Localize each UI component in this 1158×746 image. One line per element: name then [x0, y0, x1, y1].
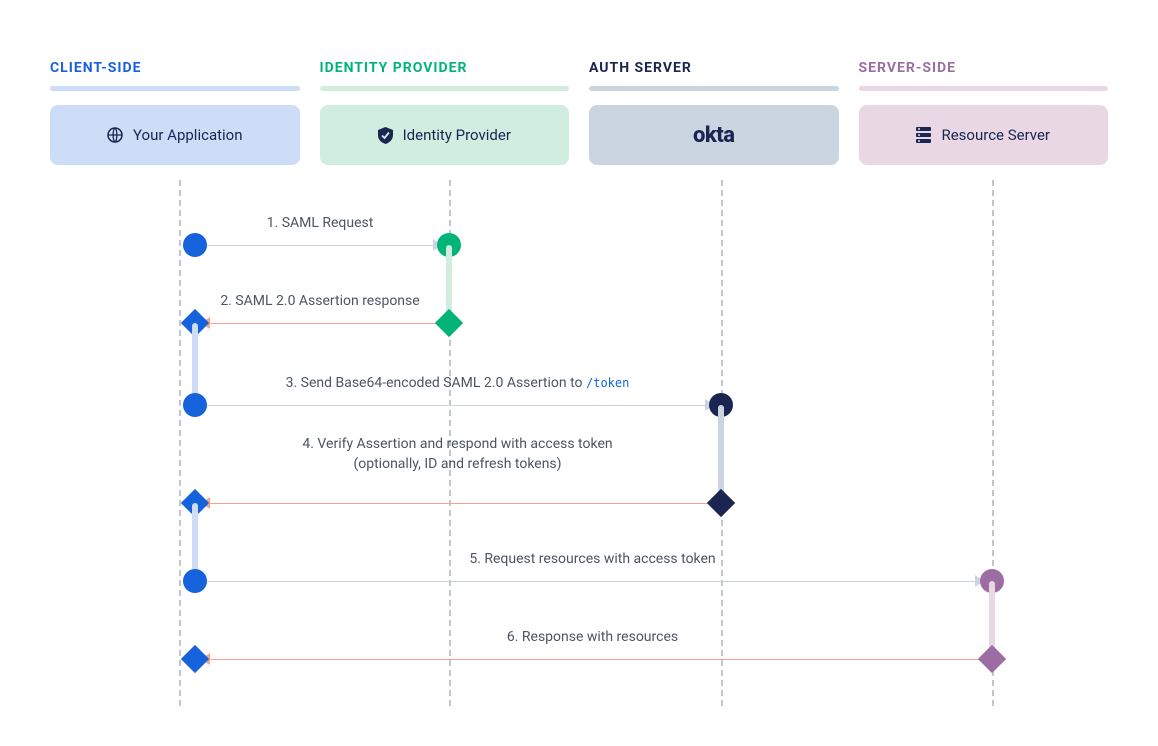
step-3-text: 3. Send Base64-encoded SAML 2.0 Assertio… [286, 375, 586, 391]
step-3-label: 3. Send Base64-encoded SAML 2.0 Assertio… [210, 375, 705, 391]
step-3-arrow [207, 405, 705, 406]
step-4-line1: 4. Verify Assertion and respond with acc… [302, 436, 612, 452]
lane-idp-title: IDENTITY PROVIDER [320, 60, 570, 76]
card-server-label: Resource Server [941, 126, 1050, 144]
step-1-label: 1. SAML Request [195, 215, 445, 231]
step-5-label: 5. Request resources with access token [210, 551, 975, 567]
card-auth: okta [589, 105, 839, 165]
lane-auth-title: AUTH SERVER [589, 60, 839, 76]
lane-client-underline [50, 86, 300, 91]
card-client: Your Application [50, 105, 300, 165]
lane-idp: IDENTITY PROVIDER Identity Provider [320, 60, 570, 165]
step-3-token: /token [586, 376, 629, 390]
card-client-label: Your Application [133, 126, 243, 144]
step-1-start-node [183, 233, 207, 257]
lane-idp-underline [320, 86, 570, 91]
server-icon [916, 127, 931, 143]
step-2-label: 2. SAML 2.0 Assertion response [195, 293, 445, 309]
step-6-start-diamond [978, 645, 1006, 673]
step-6-arrow [210, 659, 980, 660]
card-idp: Identity Provider [320, 105, 570, 165]
step-3-start-node [183, 393, 207, 417]
step-2-arrow [210, 323, 438, 324]
step-5-arrow [207, 581, 975, 582]
step-4-line2: (optionally, ID and refresh tokens) [353, 456, 561, 472]
step-5-start-node [183, 569, 207, 593]
step-4-arrow [210, 503, 708, 504]
lane-auth: AUTH SERVER okta [589, 60, 839, 165]
step-4-label: 4. Verify Assertion and respond with acc… [210, 435, 705, 474]
lane-server-underline [859, 86, 1109, 91]
step-1-arrow [190, 245, 433, 246]
card-idp-label: Identity Provider [403, 126, 511, 144]
step-6-label: 6. Response with resources [210, 629, 975, 645]
lane-server-title: SERVER-SIDE [859, 60, 1109, 76]
lane-client: CLIENT-SIDE Your Application [50, 60, 300, 165]
lane-server: SERVER-SIDE Resource Server [859, 60, 1109, 165]
step-6-end-diamond [181, 645, 209, 673]
okta-logo: okta [693, 123, 735, 148]
globe-icon [107, 127, 123, 143]
shield-check-icon [378, 127, 393, 144]
step-4-start-diamond [707, 489, 735, 517]
lanes-header: CLIENT-SIDE Your Application IDENTITY PR… [50, 60, 1108, 165]
lane-auth-underline [589, 86, 839, 91]
card-server: Resource Server [859, 105, 1109, 165]
lane-client-title: CLIENT-SIDE [50, 60, 300, 76]
lifeline-client [179, 180, 181, 706]
step-2-start-diamond [435, 309, 463, 337]
